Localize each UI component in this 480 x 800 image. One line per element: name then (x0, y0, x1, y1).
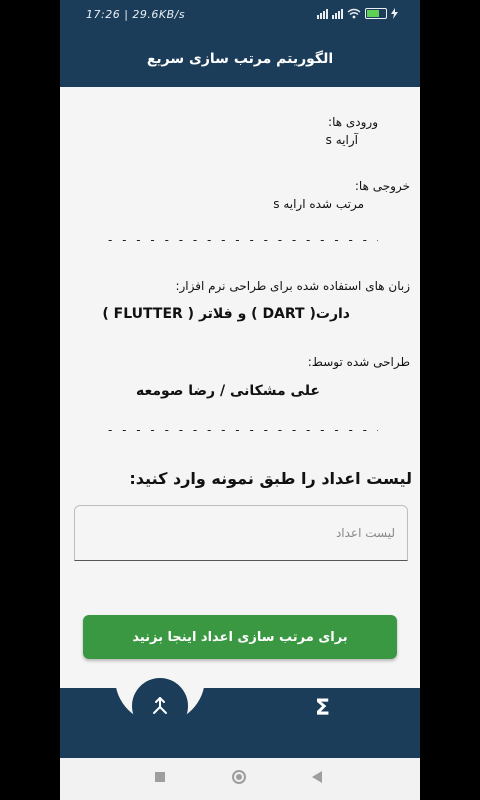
inputs-label: ورودی ها: (328, 115, 378, 129)
status-bar: 17:26 | 29.6KB/s (60, 0, 420, 31)
status-icons (317, 8, 398, 19)
divider-1: - - - - - - - - - - - - - - - - - - - - … (108, 233, 378, 247)
designed-by-label: طراحی شده توسط: (307, 355, 410, 369)
divider-2: - - - - - - - - - - - - - - - - - - - - … (108, 423, 378, 437)
battery-icon (365, 8, 387, 19)
sort-button[interactable]: برای مرتب سازی اعداد اینجا بزنید (83, 615, 397, 659)
phone-screen: 17:26 | 29.6KB/s الگوریتم مرتب سازی سریع… (60, 0, 420, 800)
outputs-value: مرتب شده ارایه s (273, 197, 364, 211)
languages-label: زبان های استفاده شده برای طراحی نرم افزا… (175, 279, 410, 293)
home-icon[interactable] (232, 770, 246, 784)
languages-value: دارت( DART ) و فلاتر ( FLUTTER ) (102, 306, 350, 322)
back-icon[interactable] (312, 771, 322, 783)
status-time: 17:26 | 29.6KB/s (86, 8, 186, 21)
designed-by-value: علی مشکانی / رضا صومعه (136, 383, 320, 399)
system-nav-bar (60, 758, 420, 800)
merge-fab-button[interactable] (132, 678, 188, 734)
sigma-tab-icon[interactable]: Σ (315, 696, 330, 721)
merge-icon (153, 697, 167, 714)
numbers-input[interactable] (75, 506, 407, 560)
recents-icon[interactable] (155, 772, 165, 782)
numbers-input-field[interactable] (74, 505, 408, 561)
outputs-label: خروجی ها: (354, 179, 410, 193)
app-bar: الگوریتم مرتب سازی سریع (60, 31, 420, 87)
page-title: الگوریتم مرتب سازی سریع (146, 51, 334, 67)
bottom-nav: Σ (60, 678, 420, 758)
signal-icon-2 (332, 8, 343, 19)
wifi-icon (347, 8, 361, 19)
charging-icon (391, 8, 398, 19)
list-prompt: لیست اعداد را طبق نمونه وارد کنید: (129, 469, 412, 488)
inputs-value: آرایه s (325, 133, 358, 147)
signal-icon (317, 8, 328, 19)
main-content: ورودی ها: آرایه s خروجی ها: مرتب شده ارا… (60, 87, 420, 687)
